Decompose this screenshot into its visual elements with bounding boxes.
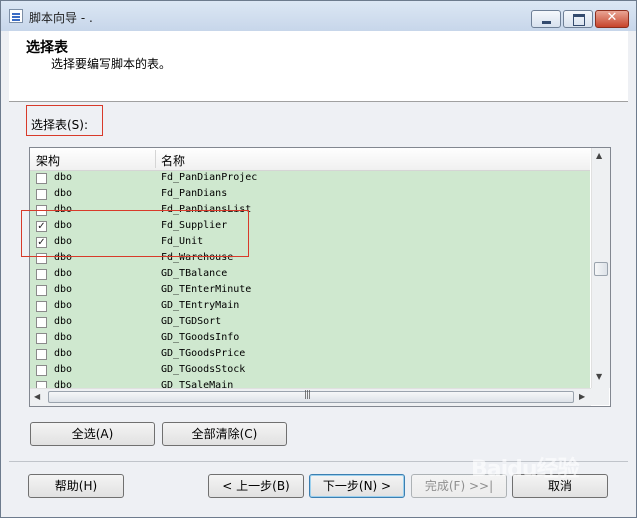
row-table-name: GD_TGoodsInfo	[161, 332, 240, 343]
scroll-down-icon[interactable]: ▼	[596, 372, 602, 381]
footer-divider	[9, 461, 628, 462]
next-button[interactable]: 下一步(N) >	[309, 474, 405, 498]
minimize-button[interactable]	[531, 10, 561, 28]
row-table-name: GD_TBalance	[161, 268, 228, 279]
close-button[interactable]: ✕	[595, 10, 629, 28]
maximize-button[interactable]	[563, 10, 593, 28]
row-checkbox[interactable]	[36, 285, 47, 296]
row-schema: dbo	[54, 300, 73, 311]
row-table-name: GD_TGDSort	[161, 316, 222, 327]
row-schema: dbo	[54, 348, 73, 359]
table-header: 架构 名称	[30, 148, 590, 171]
finish-button[interactable]: 完成(F) >>|	[411, 474, 507, 498]
vertical-scrollbar[interactable]: ▲ ▼	[591, 148, 610, 388]
page-subtitle: 选择要编写脚本的表。	[51, 57, 172, 71]
row-table-name: GD_TEnterMinute	[161, 284, 252, 295]
select-tables-label: 选择表(S):	[31, 118, 89, 132]
row-checkbox[interactable]	[36, 269, 47, 280]
row-checkbox[interactable]	[36, 317, 47, 328]
table-row[interactable]: dbo GD_TBalance	[30, 267, 590, 283]
vertical-scroll-thumb[interactable]	[594, 262, 608, 276]
row-table-name: GD_TGoodsPrice	[161, 348, 246, 359]
app-icon	[9, 9, 23, 23]
page-title: 选择表	[26, 40, 68, 56]
window-title: 脚本向导 - .	[29, 11, 93, 25]
table-row[interactable]: dbo GD_TGoodsPrice	[30, 347, 590, 363]
table-row[interactable]: dbo GD_TGDSort	[30, 315, 590, 331]
row-schema: dbo	[54, 364, 73, 375]
row-checkbox[interactable]	[36, 189, 47, 200]
scrollbar-corner	[591, 388, 609, 405]
tables-list: 架构 名称 dbo Fd_PanDianProjec dbo Fd_PanDians d…	[29, 147, 611, 407]
row-schema: dbo	[54, 188, 73, 199]
scroll-left-icon[interactable]: ◀	[34, 392, 40, 401]
row-table-name: Fd_PanDianProjec	[161, 172, 258, 183]
column-header-name[interactable]: 名称	[161, 152, 185, 169]
table-row[interactable]: dbo GD_TEnterMinute	[30, 283, 590, 299]
table-row[interactable]: dbo Fd_PanDians	[30, 187, 590, 203]
row-checkbox[interactable]	[36, 173, 47, 184]
cancel-button[interactable]: 取消	[512, 474, 608, 498]
horizontal-scroll-thumb[interactable]: |||	[48, 390, 574, 403]
row-schema: dbo	[54, 284, 73, 295]
wizard-header: 选择表 选择要编写脚本的表。	[9, 31, 628, 102]
row-schema: dbo	[54, 268, 73, 279]
row-table-name: GD_TGoodsStock	[161, 364, 246, 375]
back-button[interactable]: < 上一步(B)	[208, 474, 304, 498]
row-checkbox[interactable]	[36, 301, 47, 312]
scroll-right-icon[interactable]: ▶	[579, 392, 585, 401]
selected-rows-highlight-box	[21, 210, 249, 257]
table-row[interactable]: dbo Fd_PanDianProjec	[30, 171, 590, 187]
close-icon: ✕	[606, 10, 618, 25]
title-bar[interactable]: 脚本向导 - . ✕	[1, 1, 636, 31]
row-table-name: Fd_PanDians	[161, 188, 228, 199]
row-checkbox[interactable]	[36, 365, 47, 376]
row-schema: dbo	[54, 316, 73, 327]
row-checkbox[interactable]	[36, 349, 47, 360]
clear-all-button[interactable]: 全部清除(C)	[162, 422, 287, 446]
help-button[interactable]: 帮助(H)	[28, 474, 124, 498]
grip-icon: |||	[304, 390, 311, 400]
scroll-up-icon[interactable]: ▲	[596, 151, 602, 160]
select-all-button[interactable]: 全选(A)	[30, 422, 155, 446]
row-schema: dbo	[54, 172, 73, 183]
column-divider[interactable]	[155, 150, 156, 168]
script-wizard-window: 脚本向导 - . ✕ 选择表 选择要编写脚本的表。 选择表(S): 架构 名称 …	[0, 0, 637, 518]
table-rows: dbo Fd_PanDianProjec dbo Fd_PanDians dbo Fd_P…	[30, 171, 590, 389]
column-header-schema[interactable]: 架构	[36, 152, 60, 169]
row-schema: dbo	[54, 332, 73, 343]
horizontal-scrollbar[interactable]: ◀ ||| ▶	[30, 388, 591, 406]
row-checkbox[interactable]	[36, 333, 47, 344]
table-row[interactable]: dbo GD_TGoodsInfo	[30, 331, 590, 347]
row-table-name: GD_TEntryMain	[161, 300, 240, 311]
table-row[interactable]: dbo GD_TGoodsStock	[30, 363, 590, 379]
table-row[interactable]: dbo GD_TEntryMain	[30, 299, 590, 315]
